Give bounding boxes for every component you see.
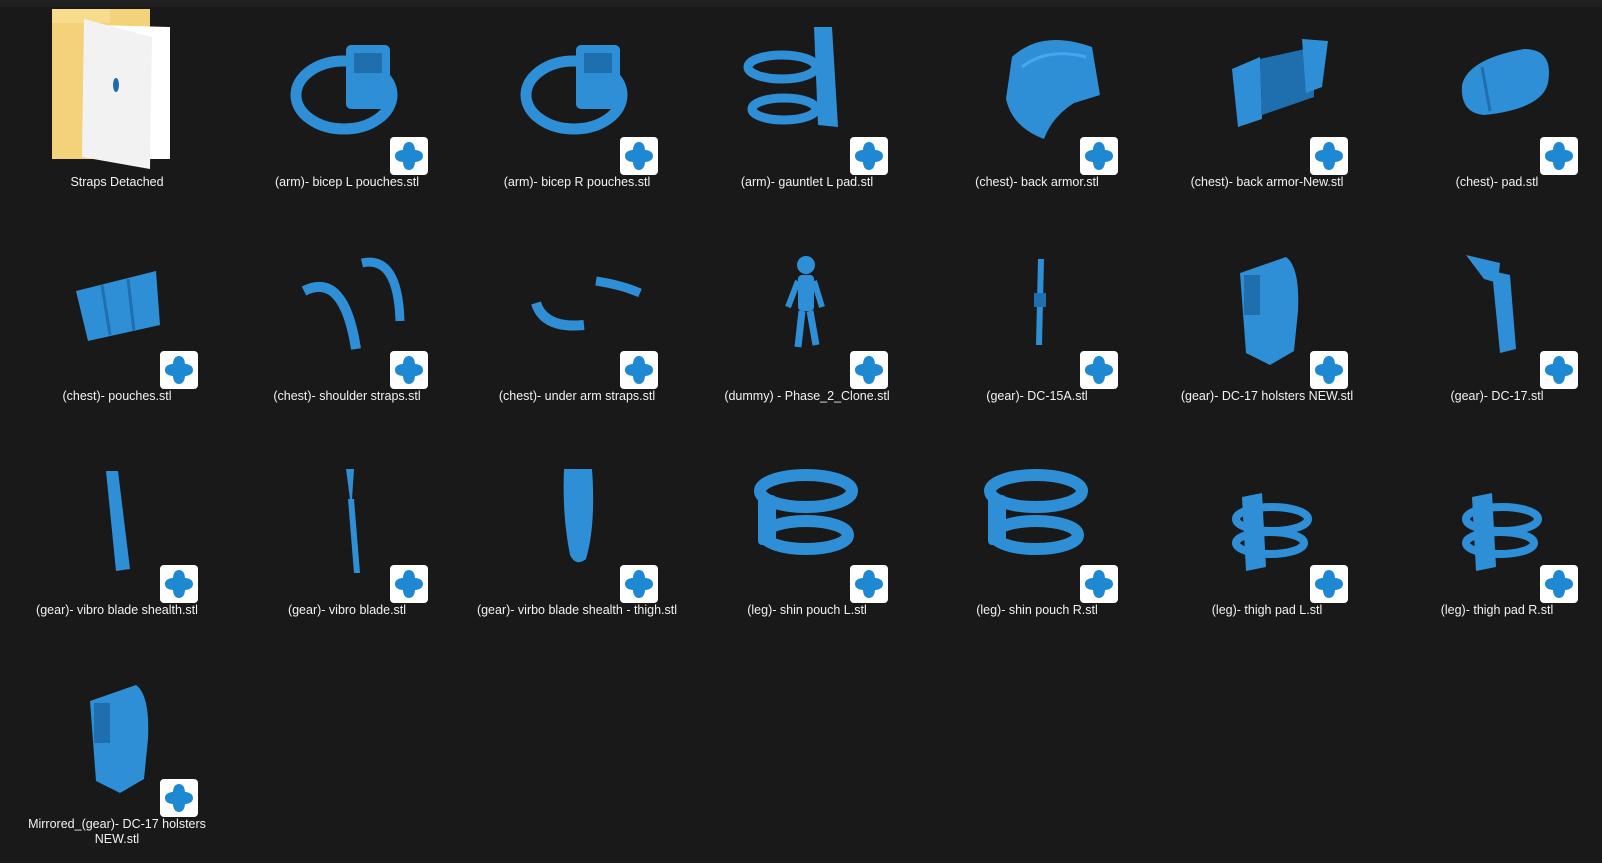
file-name-label: (arm)- gauntlet L pad.stl <box>740 175 874 189</box>
3d-viewer-badge-icon <box>1080 565 1118 603</box>
file-item[interactable]: (leg)- shin pouch L.stl <box>702 435 932 649</box>
3d-viewer-badge-icon <box>850 137 888 175</box>
file-item[interactable]: (chest)- pad.stl <box>1392 7 1602 221</box>
file-name-label: (gear)- DC-17 holsters NEW.stl <box>1180 389 1354 403</box>
file-grid: Straps Detached (arm)- bicep L pouches.s… <box>12 7 1602 863</box>
3d-viewer-badge-icon <box>620 137 658 175</box>
window-top-edge <box>0 0 1602 7</box>
file-name-label: (dummy) - Phase_2_Clone.stl <box>724 389 890 403</box>
file-name-label: (gear)- virbo blade shealth - thigh.stl <box>476 603 678 617</box>
file-item[interactable]: Mirrored_(gear)- DC-17 holsters NEW.stl <box>12 649 242 863</box>
file-name-label: (leg)- thigh pad R.stl <box>1440 603 1554 617</box>
file-name-label: (gear)- vibro blade.stl <box>287 603 407 617</box>
file-item[interactable]: (gear)- DC-15A.stl <box>932 221 1162 435</box>
file-name-label: (arm)- bicep R pouches.stl <box>503 175 651 189</box>
file-name-label: Mirrored_(gear)- DC-17 holsters NEW.stl <box>28 817 206 846</box>
file-item[interactable]: (dummy) - Phase_2_Clone.stl <box>702 221 932 435</box>
file-item[interactable]: (gear)- vibro blade.stl <box>242 435 472 649</box>
3d-viewer-badge-icon <box>1540 565 1578 603</box>
folder-icon <box>32 7 192 179</box>
3d-viewer-badge-icon <box>1310 137 1348 175</box>
3d-viewer-badge-icon <box>1080 137 1118 175</box>
file-item[interactable]: (leg)- thigh pad L.stl <box>1162 435 1392 649</box>
file-name-label: Straps Detached <box>70 175 164 189</box>
folder-item[interactable]: Straps Detached <box>12 7 242 221</box>
file-item[interactable]: (arm)- bicep R pouches.stl <box>472 7 702 221</box>
3d-viewer-badge-icon <box>1310 565 1348 603</box>
3d-viewer-badge-icon <box>390 137 428 175</box>
file-name-label: (chest)- pad.stl <box>1455 175 1539 189</box>
3d-viewer-badge-icon <box>390 565 428 603</box>
3d-viewer-badge-icon <box>1080 351 1118 389</box>
file-item[interactable]: (chest)- pouches.stl <box>12 221 242 435</box>
file-item[interactable]: (chest)- back armor.stl <box>932 7 1162 221</box>
3d-viewer-badge-icon <box>620 351 658 389</box>
file-name-label: (leg)- shin pouch R.stl <box>976 603 1098 617</box>
file-name-label: (chest)- back armor.stl <box>975 175 1099 189</box>
file-item[interactable]: (gear)- DC-17.stl <box>1392 221 1602 435</box>
3d-viewer-badge-icon <box>160 565 198 603</box>
file-name-label: (gear)- DC-17.stl <box>1450 389 1544 403</box>
file-name-label: (leg)- thigh pad L.stl <box>1211 603 1323 617</box>
3d-viewer-badge-icon <box>160 351 198 389</box>
file-name-label: (chest)- under arm straps.stl <box>498 389 656 403</box>
3d-viewer-badge-icon <box>620 565 658 603</box>
file-item[interactable]: (leg)- thigh pad R.stl <box>1392 435 1602 649</box>
file-name-label: (chest)- pouches.stl <box>62 389 172 403</box>
file-item[interactable]: (gear)- vibro blade shealth.stl <box>12 435 242 649</box>
file-item[interactable]: (gear)- virbo blade shealth - thigh.stl <box>472 435 702 649</box>
file-item[interactable]: (chest)- shoulder straps.stl <box>242 221 472 435</box>
file-name-label: (chest)- shoulder straps.stl <box>273 389 421 403</box>
file-item[interactable]: (leg)- shin pouch R.stl <box>932 435 1162 649</box>
3d-viewer-badge-icon <box>850 565 888 603</box>
3d-viewer-badge-icon <box>1310 351 1348 389</box>
file-item[interactable]: (arm)- bicep L pouches.stl <box>242 7 472 221</box>
file-item[interactable]: (chest)- under arm straps.stl <box>472 221 702 435</box>
3d-viewer-badge-icon <box>160 779 198 817</box>
3d-viewer-badge-icon <box>1540 351 1578 389</box>
file-name-label: (gear)- DC-15A.stl <box>986 389 1088 403</box>
3d-viewer-badge-icon <box>1540 137 1578 175</box>
3d-viewer-badge-icon <box>850 351 888 389</box>
file-item[interactable]: (gear)- DC-17 holsters NEW.stl <box>1162 221 1392 435</box>
file-name-label: (arm)- bicep L pouches.stl <box>274 175 420 189</box>
file-name-label: (gear)- vibro blade shealth.stl <box>36 603 198 617</box>
3d-viewer-badge-icon <box>390 351 428 389</box>
file-name-label: (chest)- back armor-New.stl <box>1190 175 1344 189</box>
file-name-label: (leg)- shin pouch L.stl <box>747 603 867 617</box>
file-item[interactable]: (chest)- back armor-New.stl <box>1162 7 1392 221</box>
file-item[interactable]: (arm)- gauntlet L pad.stl <box>702 7 932 221</box>
